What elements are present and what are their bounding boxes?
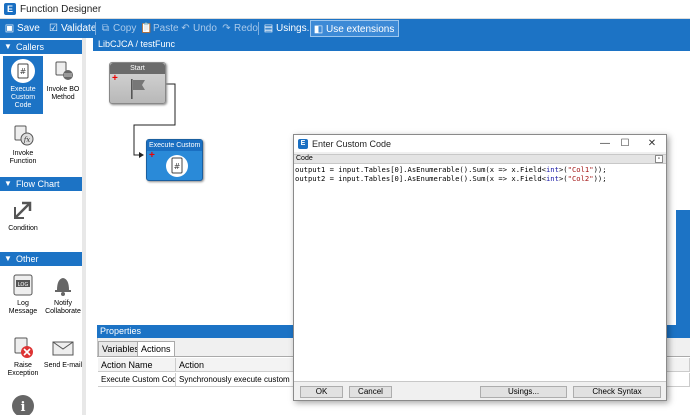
chevron-down-icon: ▼ xyxy=(4,179,12,188)
window-title: Function Designer xyxy=(20,4,102,15)
redo-icon: ↷ xyxy=(222,23,231,34)
toolbar: ▣ Save ☑ Validate ⧉ Copy 📋 Paste ↶ Undo ↷ Redo… xyxy=(0,19,690,38)
palette-item-send-email[interactable]: Send E-mail xyxy=(43,334,83,370)
usings-button[interactable]: Usings... xyxy=(480,386,567,398)
minimize-icon[interactable]: — xyxy=(597,137,613,150)
usings-button[interactable]: ▤ Usings... xyxy=(261,20,315,37)
flow-chart-section-header[interactable]: ▼ Flow Chart xyxy=(0,177,85,191)
code-editor[interactable]: output1 = input.Tables[0].AsEnumerable()… xyxy=(294,164,666,382)
code-panel-header: Code ▫ xyxy=(294,154,666,164)
copy-button[interactable]: ⧉ Copy xyxy=(98,20,136,37)
redo-button[interactable]: ↷ Redo xyxy=(219,20,258,37)
palette-item-log-message[interactable]: LOG Log Message xyxy=(3,272,43,316)
toolbar-divider xyxy=(95,22,96,35)
svg-text:#: # xyxy=(20,67,27,76)
extensions-icon: ◧ xyxy=(313,24,324,35)
undo-button[interactable]: ↶ Undo xyxy=(178,20,217,37)
palette-item-invoke-bo-method[interactable]: Invoke BO Method xyxy=(43,58,83,102)
tab-actions[interactable]: Actions xyxy=(137,341,175,356)
ok-button[interactable]: OK xyxy=(300,386,343,398)
undo-icon: ↶ xyxy=(181,23,190,34)
column-header-action-name[interactable]: Action Name xyxy=(98,358,176,372)
svg-text:#: # xyxy=(174,162,181,171)
dialog-title-bar: E Enter Custom Code — ☐ ✕ xyxy=(294,135,666,152)
log-icon: LOG xyxy=(10,272,36,298)
palette-item-execute-custom-code[interactable]: # Execute Custom Code xyxy=(3,56,43,114)
svg-text:LOG: LOG xyxy=(18,282,29,288)
envelope-icon xyxy=(50,334,76,360)
custom-code-icon: # xyxy=(165,153,189,181)
condition-arrows-icon xyxy=(10,197,36,223)
chevron-down-icon: ▼ xyxy=(4,254,12,263)
save-icon: ▣ xyxy=(4,23,15,34)
breadcrumb: LibCJCA / testFunc xyxy=(93,38,690,51)
dialog-title: Enter Custom Code xyxy=(312,139,392,149)
use-extensions-toggle[interactable]: ◧ Use extensions xyxy=(310,20,400,37)
bell-icon xyxy=(50,272,76,298)
code-line: output1 = input.Tables[0].AsEnumerable()… xyxy=(295,165,607,174)
copy-icon: ⧉ xyxy=(101,23,110,34)
start-node-title: Start xyxy=(110,63,165,74)
palette-scrollbar[interactable] xyxy=(82,38,86,415)
execute-custom-code-node[interactable]: Execute Custom Co + # xyxy=(146,139,203,181)
toolbox-palette: ▼ Callers # Execute Custom Code Invoke B… xyxy=(0,38,86,415)
function-icon: fx xyxy=(10,122,36,148)
palette-item-condition[interactable]: Condition xyxy=(3,197,43,233)
plus-icon[interactable]: + xyxy=(149,151,155,161)
palette-item-info[interactable]: i xyxy=(3,393,43,415)
cancel-button[interactable]: Cancel xyxy=(349,386,392,398)
paste-icon: 📋 xyxy=(140,23,153,34)
app-icon: E xyxy=(4,3,16,15)
info-icon: i xyxy=(10,393,36,415)
validate-button[interactable]: ☑ Validate xyxy=(46,20,96,37)
callers-section-header[interactable]: ▼ Callers xyxy=(0,40,85,54)
check-syntax-button[interactable]: Check Syntax xyxy=(573,386,661,398)
maximize-icon[interactable]: ☐ xyxy=(617,137,633,150)
pin-icon[interactable]: ▫ xyxy=(655,155,663,163)
save-button[interactable]: ▣ Save xyxy=(2,20,40,37)
start-node[interactable]: Start + xyxy=(109,62,166,104)
checkbox-icon: ☑ xyxy=(49,23,58,34)
palette-item-invoke-function[interactable]: fx Invoke Function xyxy=(3,122,43,166)
chevron-down-icon: ▼ xyxy=(4,42,12,51)
svg-text:i: i xyxy=(21,400,26,415)
palette-item-notify-collaborate[interactable]: Notify Collaborate xyxy=(43,272,83,316)
title-bar: E Function Designer xyxy=(0,0,690,19)
close-icon[interactable]: ✕ xyxy=(644,137,660,150)
code-node-title: Execute Custom Co xyxy=(147,140,202,151)
paste-button[interactable]: 📋 Paste xyxy=(138,20,179,37)
action-name-cell[interactable]: Execute Custom Code 0 xyxy=(98,373,176,387)
palette-item-raise-exception[interactable]: Raise Exception xyxy=(3,334,43,378)
plus-icon[interactable]: + xyxy=(112,74,118,84)
exception-icon xyxy=(10,334,36,360)
toolbar-divider xyxy=(258,22,259,35)
flag-icon xyxy=(128,77,148,103)
enter-custom-code-dialog: E Enter Custom Code — ☐ ✕ Code ▫ output1… xyxy=(293,134,667,401)
custom-code-icon: # xyxy=(10,58,36,84)
svg-text:fx: fx xyxy=(23,136,31,144)
side-panel-strip[interactable] xyxy=(676,210,690,325)
code-line: output2 = input.Tables[0].AsEnumerable()… xyxy=(295,174,607,183)
document-icon: ▤ xyxy=(263,23,274,34)
invoke-method-icon xyxy=(50,58,76,84)
other-section-header[interactable]: ▼ Other xyxy=(0,252,85,266)
app-icon: E xyxy=(298,139,308,149)
